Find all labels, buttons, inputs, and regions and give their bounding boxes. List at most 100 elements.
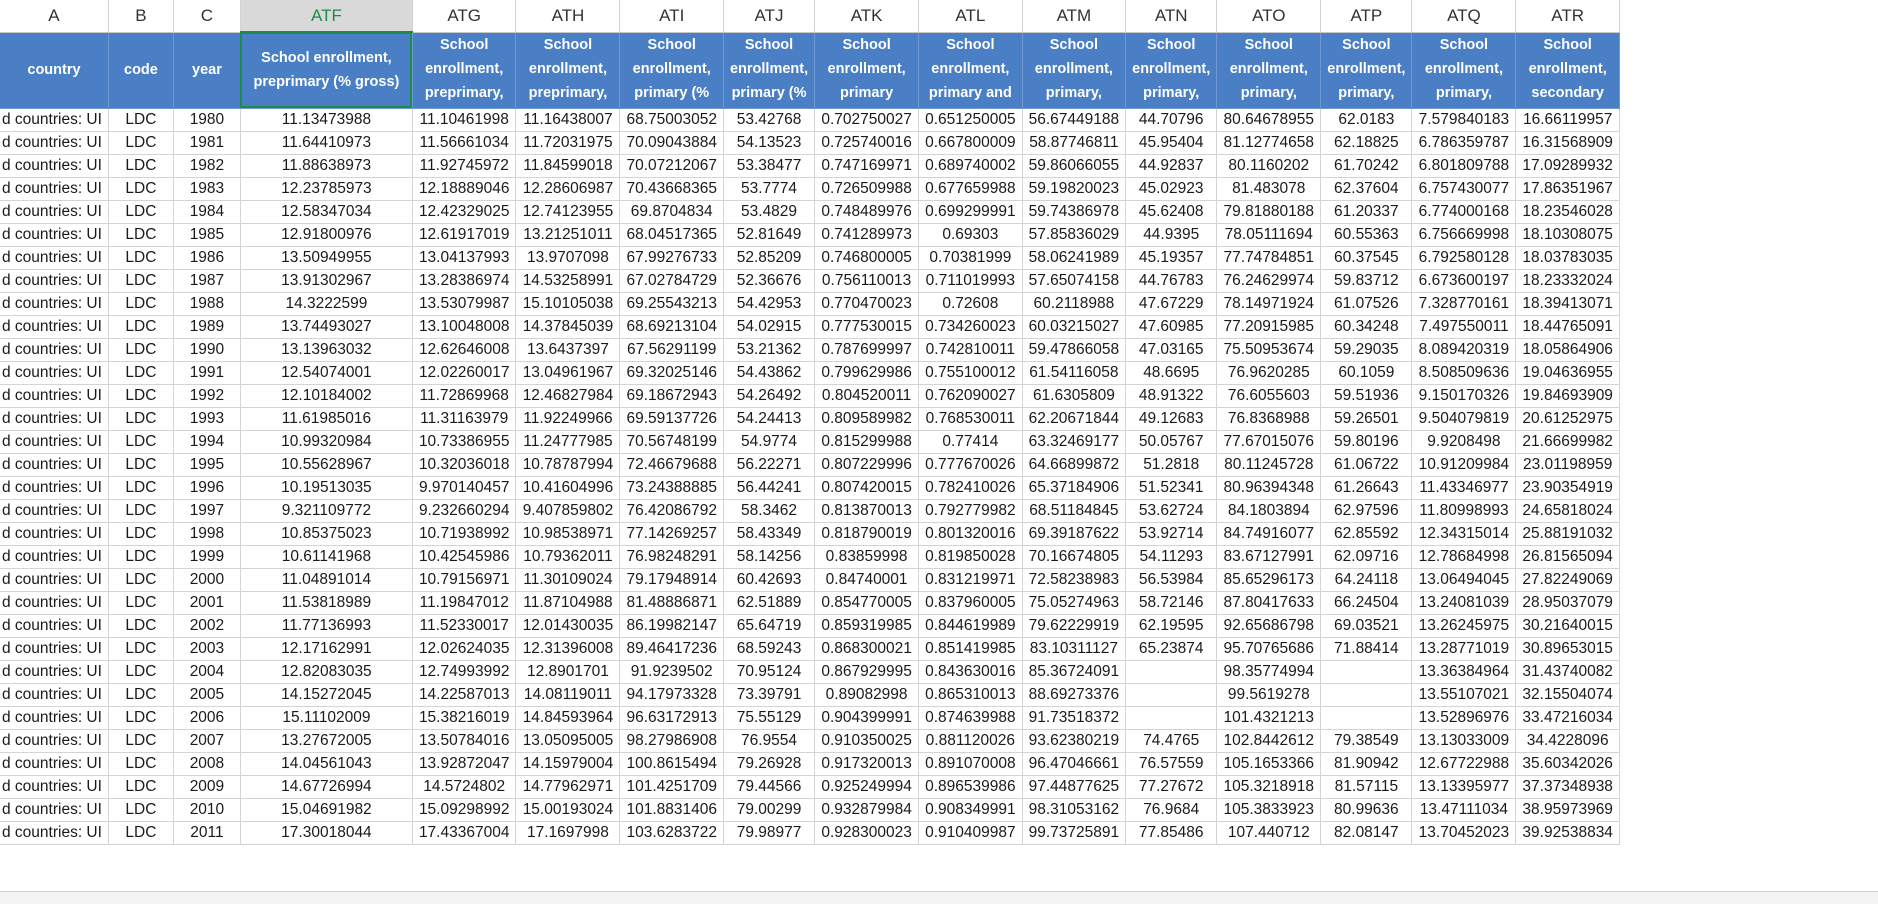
data-cell[interactable]: 10.71938992 <box>412 522 517 546</box>
data-cell[interactable]: 0.89082998 <box>814 683 920 707</box>
data-cell[interactable]: 1985 <box>173 223 241 247</box>
data-cell[interactable]: 24.65818024 <box>1515 499 1620 523</box>
data-cell[interactable]: 0.734260023 <box>918 315 1023 339</box>
field-header-cell[interactable]: School enrollment, primary (% <box>619 32 724 109</box>
data-cell[interactable]: 11.72869968 <box>412 384 517 408</box>
data-cell[interactable]: 52.85209 <box>723 246 816 270</box>
column-header[interactable]: ATK <box>814 0 920 33</box>
data-cell[interactable]: 77.85486 <box>1125 821 1218 845</box>
column-header[interactable]: ATG <box>412 0 517 33</box>
data-cell[interactable]: 0.702750027 <box>814 108 920 132</box>
data-cell[interactable]: 69.32025146 <box>619 361 724 385</box>
data-cell[interactable]: 0.711019993 <box>918 269 1023 293</box>
data-cell[interactable]: 82.08147 <box>1320 821 1413 845</box>
data-cell[interactable]: 10.55628967 <box>240 453 413 477</box>
data-cell[interactable]: 11.92249966 <box>515 407 621 431</box>
data-cell[interactable]: 67.56291199 <box>619 338 724 362</box>
data-cell[interactable]: 68.04517365 <box>619 223 724 247</box>
data-cell[interactable]: 61.6305809 <box>1022 384 1127 408</box>
data-cell[interactable]: 6.756669998 <box>1411 223 1517 247</box>
data-cell[interactable]: 68.51184845 <box>1022 499 1127 523</box>
data-cell[interactable]: 96.47046661 <box>1022 752 1127 776</box>
data-cell[interactable]: 18.10308075 <box>1515 223 1620 247</box>
data-cell[interactable]: 7.579840183 <box>1411 108 1517 132</box>
data-cell[interactable]: 1990 <box>173 338 241 362</box>
data-cell[interactable]: 77.74784851 <box>1216 246 1322 270</box>
data-cell[interactable]: 103.6283722 <box>619 821 724 845</box>
data-cell[interactable]: LDC <box>108 660 174 684</box>
data-cell[interactable]: 79.00299 <box>723 798 816 822</box>
data-cell[interactable]: 6.786359787 <box>1411 131 1517 155</box>
data-cell[interactable]: 14.15979004 <box>515 752 621 776</box>
data-cell[interactable]: 10.61141968 <box>240 545 413 569</box>
data-cell[interactable]: 11.80998993 <box>1411 499 1517 523</box>
data-cell[interactable]: 71.88414 <box>1320 637 1413 661</box>
data-cell[interactable]: 6.774000168 <box>1411 200 1517 224</box>
data-cell[interactable]: 10.99320984 <box>240 430 413 454</box>
data-cell[interactable]: 85.36724091 <box>1022 660 1127 684</box>
field-header-cell[interactable]: School enrollment, primary and <box>918 32 1023 109</box>
country-cell[interactable]: d countries: UI <box>0 522 109 546</box>
data-cell[interactable]: 44.76783 <box>1125 269 1218 293</box>
data-cell[interactable]: 58.3462 <box>723 499 816 523</box>
data-cell[interactable]: 14.5724802 <box>412 775 517 799</box>
data-cell[interactable]: 11.24777985 <box>515 430 621 454</box>
data-cell[interactable]: 0.782410026 <box>918 476 1023 500</box>
data-cell[interactable]: 15.09298992 <box>412 798 517 822</box>
country-cell[interactable]: d countries: UI <box>0 706 109 730</box>
data-cell[interactable]: 13.05095005 <box>515 729 621 753</box>
data-cell[interactable]: 100.8615494 <box>619 752 724 776</box>
data-cell[interactable]: 33.47216034 <box>1515 706 1620 730</box>
data-cell[interactable]: 47.60985 <box>1125 315 1218 339</box>
data-cell[interactable]: 18.39413071 <box>1515 292 1620 316</box>
data-cell[interactable]: 12.74993992 <box>412 660 517 684</box>
data-cell[interactable]: 56.44241 <box>723 476 816 500</box>
data-cell[interactable]: 14.67726994 <box>240 775 413 799</box>
data-cell[interactable]: LDC <box>108 637 174 661</box>
data-cell[interactable]: 0.896539986 <box>918 775 1023 799</box>
sheet-tab-bar[interactable] <box>0 891 1878 904</box>
data-cell[interactable]: 11.61985016 <box>240 407 413 431</box>
data-cell[interactable]: 13.53079987 <box>412 292 517 316</box>
data-cell[interactable]: 68.75003052 <box>619 108 724 132</box>
data-cell[interactable]: 0.801320016 <box>918 522 1023 546</box>
data-cell[interactable]: 48.6695 <box>1125 361 1218 385</box>
data-cell[interactable]: 7.328770161 <box>1411 292 1517 316</box>
data-cell[interactable]: 62.18825 <box>1320 131 1413 155</box>
data-cell[interactable]: 10.41604996 <box>515 476 621 500</box>
data-cell[interactable]: 14.84593964 <box>515 706 621 730</box>
data-cell[interactable]: 0.725740016 <box>814 131 920 155</box>
data-cell[interactable]: 73.39791 <box>723 683 816 707</box>
data-cell[interactable]: 0.699299991 <box>918 200 1023 224</box>
data-cell[interactable]: 85.65296173 <box>1216 568 1322 592</box>
data-cell[interactable]: 99.5619278 <box>1216 683 1322 707</box>
data-cell[interactable]: 1999 <box>173 545 241 569</box>
data-cell[interactable]: 60.1059 <box>1320 361 1413 385</box>
data-cell[interactable]: 84.74916077 <box>1216 522 1322 546</box>
column-header[interactable]: ATF <box>240 0 413 33</box>
data-cell[interactable]: 1986 <box>173 246 241 270</box>
data-cell[interactable]: 59.83712 <box>1320 269 1413 293</box>
data-cell[interactable]: LDC <box>108 223 174 247</box>
data-cell[interactable]: 20.61252975 <box>1515 407 1620 431</box>
data-cell[interactable]: 0.925249994 <box>814 775 920 799</box>
data-cell[interactable]: 58.43349 <box>723 522 816 546</box>
data-cell[interactable]: 11.52330017 <box>412 614 517 638</box>
country-cell[interactable]: d countries: UI <box>0 246 109 270</box>
data-cell[interactable]: 13.55107021 <box>1411 683 1517 707</box>
data-cell[interactable]: 12.61917019 <box>412 223 517 247</box>
data-cell[interactable]: 9.9208498 <box>1411 430 1517 454</box>
data-cell[interactable]: LDC <box>108 522 174 546</box>
data-cell[interactable]: 12.54074001 <box>240 361 413 385</box>
data-cell[interactable]: LDC <box>108 407 174 431</box>
data-cell[interactable]: 0.932879984 <box>814 798 920 822</box>
data-cell[interactable]: 0.854770005 <box>814 591 920 615</box>
data-cell[interactable]: 76.42086792 <box>619 499 724 523</box>
data-cell[interactable]: 91.9239502 <box>619 660 724 684</box>
data-cell[interactable]: 11.84599018 <box>515 154 621 178</box>
data-cell[interactable]: 73.24388885 <box>619 476 724 500</box>
data-cell[interactable]: 13.91302967 <box>240 269 413 293</box>
data-cell[interactable]: 11.64410973 <box>240 131 413 155</box>
data-cell[interactable]: 66.24504 <box>1320 591 1413 615</box>
data-cell[interactable]: 0.831219971 <box>918 568 1023 592</box>
